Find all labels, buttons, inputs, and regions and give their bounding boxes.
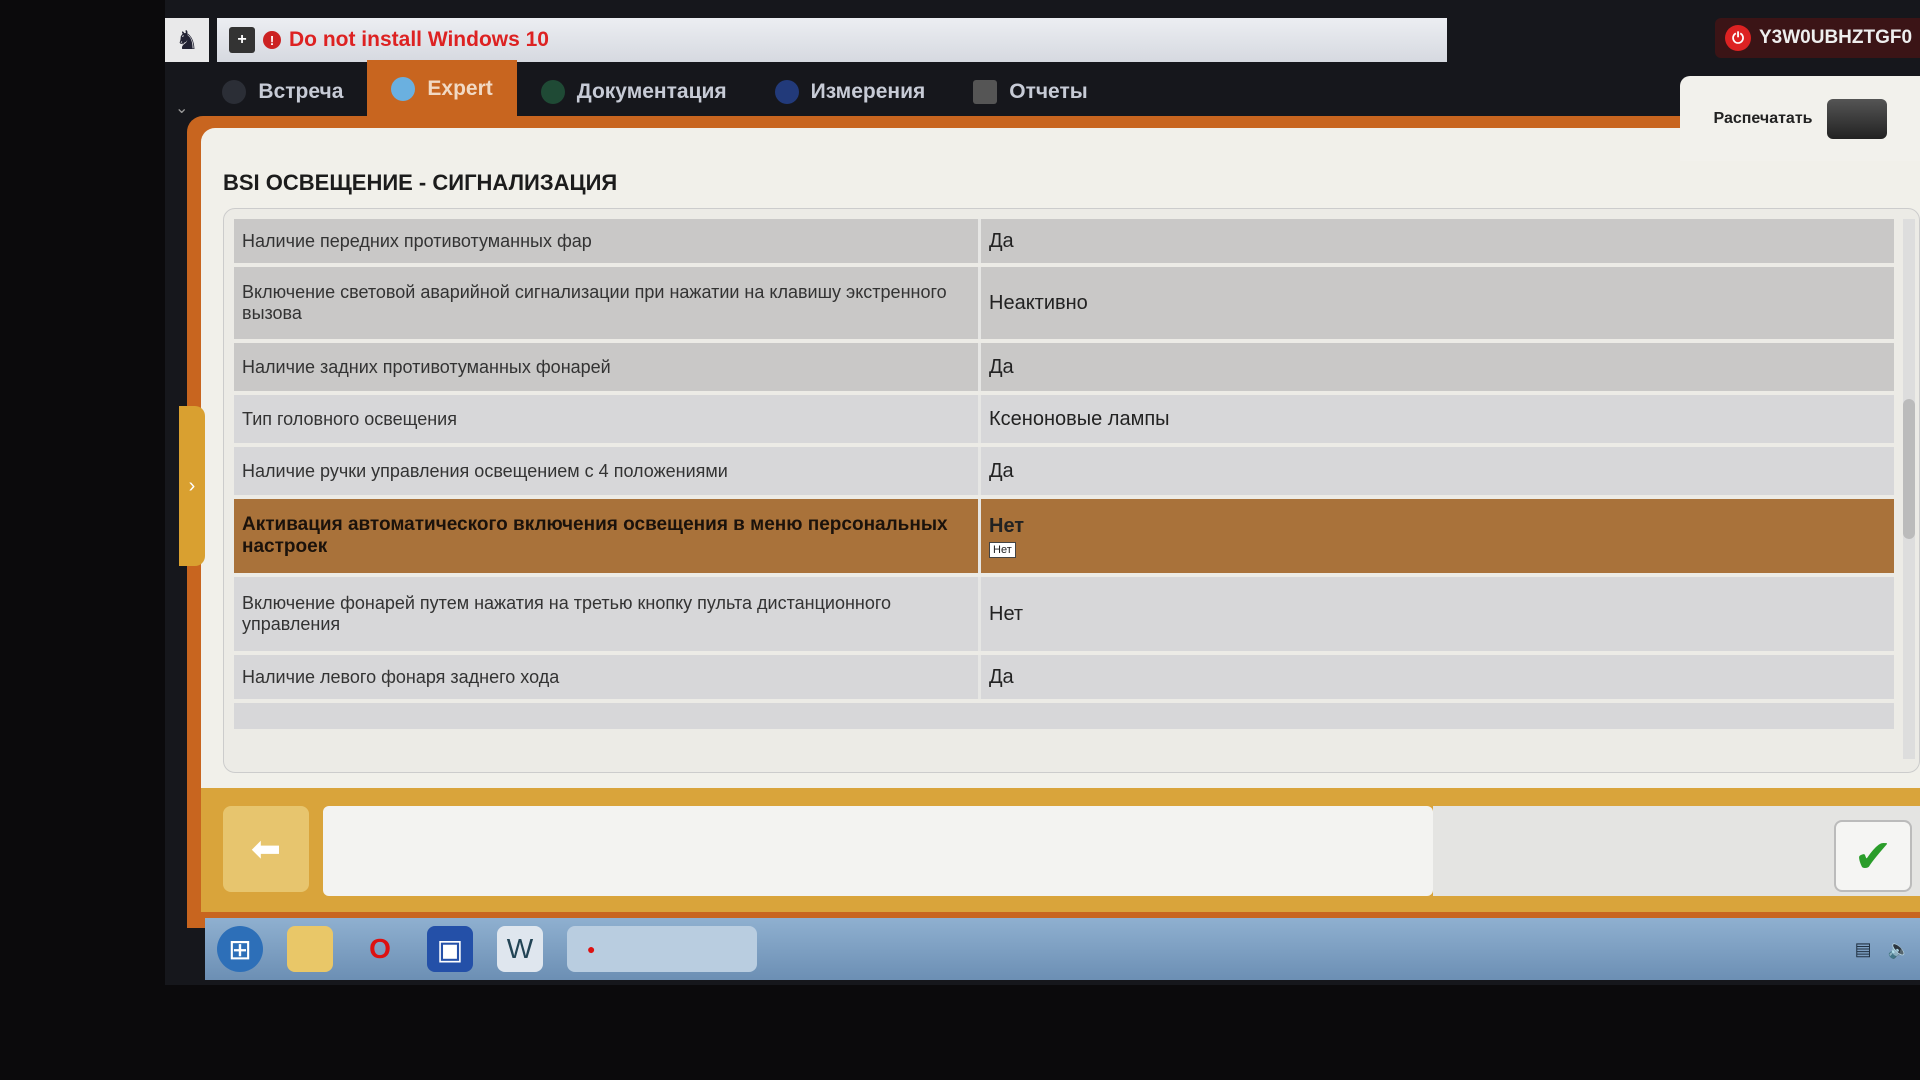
tab-label: Отчеты (1009, 80, 1088, 103)
peugeot-logo: ♞ (165, 18, 209, 62)
tab-label: Документация (576, 80, 727, 103)
tab-bar: ⌄ Встреча Expert Документация Измерения … (165, 60, 1920, 118)
magnifier-icon (391, 77, 416, 101)
row-label: Наличие левого фонаря заднего хода (234, 655, 981, 699)
content-panel: BSI ОСВЕЩЕНИЕ - СИГНАЛИЗАЦИЯ Наличие пер… (201, 128, 1920, 788)
table-row[interactable]: Наличие задних противотуманных фонарей Да (234, 343, 1894, 391)
row-label: Включение световой аварийной сигнализаци… (234, 267, 981, 339)
confirm-checkmark-button[interactable]: ✔ (1834, 820, 1912, 892)
parameters-table: Наличие передних противотуманных фар Да В… (223, 208, 1920, 773)
table-row[interactable]: Включение световой аварийной сигнализаци… (234, 267, 1894, 339)
value-text: Нет (989, 514, 1025, 537)
print-button[interactable]: Распечатать (1680, 76, 1920, 161)
chevron-down-icon[interactable]: ⌄ (165, 98, 198, 118)
main-frame: BSI ОСВЕЩЕНИЕ - СИГНАЛИЗАЦИЯ Наличие пер… (179, 76, 1920, 928)
row-value[interactable]: Да (981, 219, 1894, 263)
row-value[interactable]: Да (981, 343, 1894, 391)
opera-icon[interactable]: O (357, 926, 403, 972)
network-icon[interactable]: ▤ (1855, 939, 1872, 960)
report-icon (973, 80, 998, 104)
message-area (323, 806, 1433, 896)
tab-reports[interactable]: Отчеты (949, 66, 1111, 118)
meeting-icon (222, 80, 247, 104)
tab-label: Встреча (258, 80, 344, 103)
vin-badge[interactable]: ⏻ Y3W0UBHZTGF0 (1715, 18, 1920, 58)
documentation-icon (540, 80, 565, 104)
row-value[interactable]: Да (981, 447, 1894, 495)
table-row-partial[interactable] (234, 703, 1894, 729)
row-value[interactable]: Неактивно (981, 267, 1894, 339)
scrollbar[interactable] (1903, 219, 1915, 759)
plus-icon[interactable]: + (229, 27, 255, 53)
row-label: Наличие ручки управления освещением с 4 … (234, 447, 981, 495)
tab-label: Expert (427, 77, 493, 100)
row-value[interactable]: Ксеноновые лампы (981, 395, 1894, 443)
table-row-selected[interactable]: Активация автоматического включения осве… (234, 499, 1894, 573)
row-label: Активация автоматического включения осве… (234, 499, 981, 573)
table-row[interactable]: Наличие левого фонаря заднего хода Да (234, 655, 1894, 699)
title-bar: ♞ + ! Do not install Windows 10 (165, 18, 1920, 62)
power-icon[interactable]: ⏻ (1725, 25, 1751, 51)
word-icon[interactable]: W (497, 926, 543, 972)
tab-label: Измерения (810, 80, 926, 103)
table-row[interactable]: Наличие ручки управления освещением с 4 … (234, 447, 1894, 495)
tab-measurements[interactable]: Измерения (751, 66, 950, 118)
bottom-bar: ⬅ ✔ (201, 788, 1920, 912)
start-button[interactable]: ⊞ (217, 926, 263, 972)
system-tray: ▤ 🔈 (1855, 939, 1910, 960)
table-row[interactable]: Тип головного освещения Ксеноновые лампы (234, 395, 1894, 443)
screen: ♞ + ! Do not install Windows 10 ⏻ Y3W0UBH… (165, 0, 1920, 985)
print-label: Распечатать (1713, 109, 1813, 127)
warning-bar: + ! Do not install Windows 10 (217, 18, 1447, 62)
row-label: Наличие передних противотуманных фар (234, 219, 981, 263)
windows-taskbar: ⊞ O ▣ W ● ▤ 🔈 (205, 918, 1920, 980)
table-row[interactable]: Включение фонарей путем нажатия на треть… (234, 577, 1894, 651)
table-row[interactable]: Наличие передних противотуманных фар Да (234, 219, 1894, 263)
row-value[interactable]: Да (981, 655, 1894, 699)
row-label: Включение фонарей путем нажатия на треть… (234, 577, 981, 651)
scrollbar-thumb[interactable] (1903, 399, 1915, 539)
tab-vstrecha[interactable]: Встреча (198, 66, 367, 118)
waveform-icon (774, 80, 799, 104)
volume-icon[interactable]: 🔈 (1888, 939, 1910, 960)
row-label: Тип головного освещения (234, 395, 981, 443)
row-value[interactable]: Нет Нет (981, 499, 1894, 573)
expand-side-button[interactable]: › (179, 406, 205, 566)
page-title: BSI ОСВЕЩЕНИЕ - СИГНАЛИЗАЦИЯ (223, 170, 618, 195)
diagbox-task-icon[interactable]: ● (567, 926, 757, 972)
row-value[interactable]: Нет (981, 577, 1894, 651)
back-button[interactable]: ⬅ (223, 806, 309, 892)
warning-text: Do not install Windows 10 (289, 28, 549, 51)
tab-documentation[interactable]: Документация (517, 66, 751, 118)
tooltip: Нет (989, 541, 1016, 558)
tab-expert[interactable]: Expert (367, 60, 517, 118)
vin-text: Y3W0UBHZTGF0 (1759, 27, 1913, 48)
printer-icon (1826, 98, 1887, 139)
explorer-icon[interactable] (287, 926, 333, 972)
alert-icon: ! (263, 31, 281, 49)
save-icon[interactable]: ▣ (427, 926, 473, 972)
row-label: Наличие задних противотуманных фонарей (234, 343, 981, 391)
